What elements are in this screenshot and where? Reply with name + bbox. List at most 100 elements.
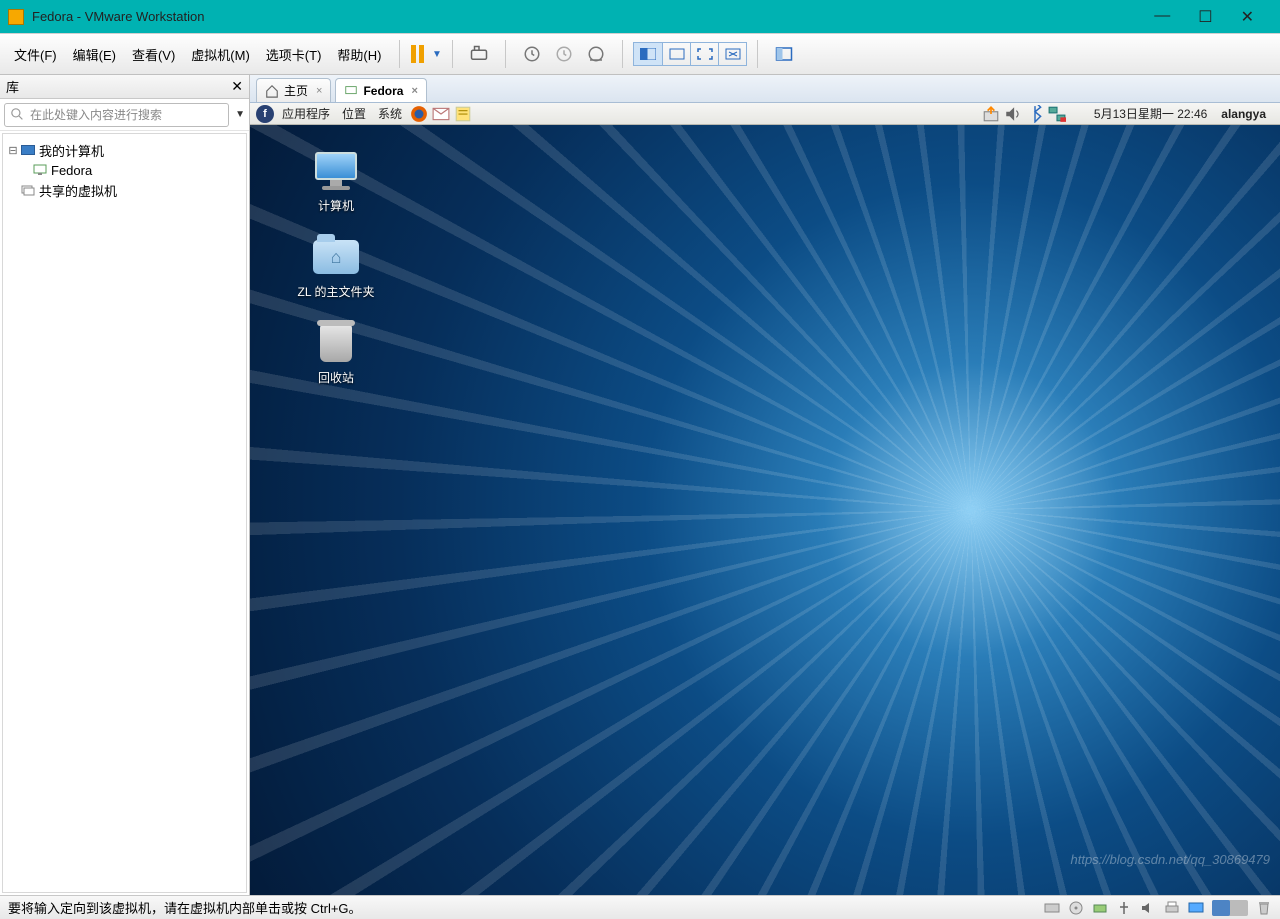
view-windowed-button[interactable] xyxy=(662,43,690,65)
send-keys-button[interactable] xyxy=(467,42,491,66)
minimize-button[interactable]: — xyxy=(1154,7,1170,27)
separator xyxy=(757,40,758,68)
screen-icon xyxy=(640,48,656,60)
desktop-icon-label: ZL 的主文件夹 xyxy=(292,283,380,300)
display-icon[interactable] xyxy=(1188,901,1204,915)
body: 库 ✕ 在此处键入内容进行搜索 ▼ ⊟ 我的计算机 Fedora 共 xyxy=(0,75,1280,895)
cd-icon[interactable] xyxy=(1068,901,1084,915)
menu-view[interactable]: 查看(V) xyxy=(124,41,183,68)
gnome-system-menu[interactable]: 系统 xyxy=(372,105,408,122)
expand-icon[interactable]: ⊟ xyxy=(7,144,19,157)
clock-revert-icon xyxy=(555,45,573,63)
app-icon xyxy=(8,9,24,25)
disk-icon[interactable] xyxy=(1044,901,1060,915)
desktop-home-folder-icon[interactable]: ZL 的主文件夹 xyxy=(292,235,380,300)
menu-tabs[interactable]: 选项卡(T) xyxy=(258,41,330,68)
snapshot-manager-button[interactable] xyxy=(584,42,608,66)
window-icon xyxy=(669,48,685,60)
network-adapter-icon[interactable] xyxy=(1092,901,1108,915)
note-icon[interactable] xyxy=(454,106,472,122)
view-fullscreen-button[interactable] xyxy=(690,43,718,65)
menu-edit[interactable]: 编辑(E) xyxy=(65,41,124,68)
search-placeholder: 在此处键入内容进行搜索 xyxy=(30,106,162,123)
shared-icon xyxy=(19,184,37,196)
view-console-button[interactable] xyxy=(634,43,662,65)
volume-icon[interactable] xyxy=(1004,106,1022,122)
tree-fedora[interactable]: Fedora xyxy=(7,160,242,180)
mail-icon[interactable] xyxy=(432,106,450,122)
watermark: https://blog.csdn.net/qq_30869479 xyxy=(1071,852,1271,867)
gnome-places-menu[interactable]: 位置 xyxy=(336,105,372,122)
computer-icon xyxy=(312,149,360,193)
monitor-icon xyxy=(19,145,37,155)
unity-icon xyxy=(725,48,741,60)
separator xyxy=(622,40,623,68)
desktop-trash-icon[interactable]: 回收站 xyxy=(292,321,380,386)
menubar: 文件(F) 编辑(E) 查看(V) 虚拟机(M) 选项卡(T) 帮助(H) ▼ xyxy=(0,33,1280,75)
sound-icon[interactable] xyxy=(1140,901,1156,915)
folder-icon xyxy=(312,235,360,279)
tree-my-computer[interactable]: ⊟ 我的计算机 xyxy=(7,140,242,160)
vm-icon xyxy=(31,164,49,176)
snapshot-button[interactable] xyxy=(520,42,544,66)
desktop-icon-label: 计算机 xyxy=(292,197,380,214)
desktop-icon-label: 回收站 xyxy=(292,369,380,386)
printer-icon[interactable] xyxy=(1164,901,1180,915)
library-panel: 库 ✕ 在此处键入内容进行搜索 ▼ ⊟ 我的计算机 Fedora 共 xyxy=(0,75,250,895)
input-toggle[interactable] xyxy=(1212,900,1248,916)
desktop-computer-icon[interactable]: 计算机 xyxy=(292,149,380,214)
trash-status-icon[interactable] xyxy=(1256,901,1272,915)
library-tree: ⊟ 我的计算机 Fedora 共享的虚拟机 xyxy=(2,133,247,893)
status-hint: 要将输入定向到该虚拟机，请在虚拟机内部单击或按 Ctrl+G。 xyxy=(8,898,1044,917)
keyboard-icon xyxy=(470,45,488,63)
status-device-icons xyxy=(1044,900,1272,916)
tab-close-button[interactable]: × xyxy=(411,85,417,97)
tab-label: 主页 xyxy=(284,82,308,99)
gnome-user-menu[interactable]: alangya xyxy=(1213,107,1274,121)
tree-shared-vms[interactable]: 共享的虚拟机 xyxy=(7,180,242,200)
separator xyxy=(505,40,506,68)
main-area: 主页 × Fedora × f 应用程序 位置 系统 5月13日星期一 22:4… xyxy=(250,75,1280,895)
chevron-down-icon[interactable]: ▼ xyxy=(432,49,442,60)
menu-file[interactable]: 文件(F) xyxy=(6,41,65,68)
view-mode-group xyxy=(633,42,747,66)
clock-manage-icon xyxy=(587,45,605,63)
pause-icon xyxy=(411,45,424,63)
fedora-logo-icon[interactable]: f xyxy=(256,105,274,123)
library-header: 库 ✕ xyxy=(0,75,249,99)
search-dropdown[interactable]: ▼ xyxy=(235,109,245,120)
network-icon[interactable] xyxy=(1048,106,1066,122)
tab-fedora[interactable]: Fedora × xyxy=(335,78,426,102)
usb-icon[interactable] xyxy=(1116,901,1132,915)
menu-help[interactable]: 帮助(H) xyxy=(329,41,389,68)
panel-icon xyxy=(775,45,793,63)
menu-vm[interactable]: 虚拟机(M) xyxy=(183,41,258,68)
library-close-button[interactable]: ✕ xyxy=(231,78,243,95)
gnome-clock[interactable]: 5月13日星期一 22:46 xyxy=(1088,105,1213,122)
firefox-icon[interactable] xyxy=(410,106,428,122)
view-unity-button[interactable] xyxy=(718,43,746,65)
tab-label: Fedora xyxy=(363,84,403,98)
update-icon[interactable] xyxy=(982,106,1000,122)
close-button[interactable]: ✕ xyxy=(1241,7,1254,27)
trash-icon xyxy=(312,321,360,365)
tab-close-button[interactable]: × xyxy=(316,85,322,97)
gnome-applications-menu[interactable]: 应用程序 xyxy=(276,105,336,122)
gnome-panel: f 应用程序 位置 系统 5月13日星期一 22:46 alangya xyxy=(250,103,1280,125)
maximize-button[interactable]: ☐ xyxy=(1198,7,1212,27)
tab-strip: 主页 × Fedora × xyxy=(250,75,1280,103)
separator xyxy=(452,40,453,68)
library-title: 库 xyxy=(6,77,19,96)
titlebar: Fedora - VMware Workstation — ☐ ✕ xyxy=(0,0,1280,33)
library-search: 在此处键入内容进行搜索 ▼ xyxy=(0,99,249,131)
statusbar: 要将输入定向到该虚拟机，请在虚拟机内部单击或按 Ctrl+G。 xyxy=(0,895,1280,919)
search-input[interactable]: 在此处键入内容进行搜索 xyxy=(4,103,229,127)
clock-icon xyxy=(523,45,541,63)
tab-home[interactable]: 主页 × xyxy=(256,78,331,102)
guest-desktop[interactable]: 计算机 ZL 的主文件夹 回收站 https://blog.csdn.net/q… xyxy=(250,125,1280,895)
pause-button[interactable]: ▼ xyxy=(414,42,438,66)
bluetooth-icon[interactable] xyxy=(1026,106,1044,122)
library-toggle-button[interactable] xyxy=(772,42,796,66)
home-icon xyxy=(265,84,279,98)
snapshot-revert-button[interactable] xyxy=(552,42,576,66)
